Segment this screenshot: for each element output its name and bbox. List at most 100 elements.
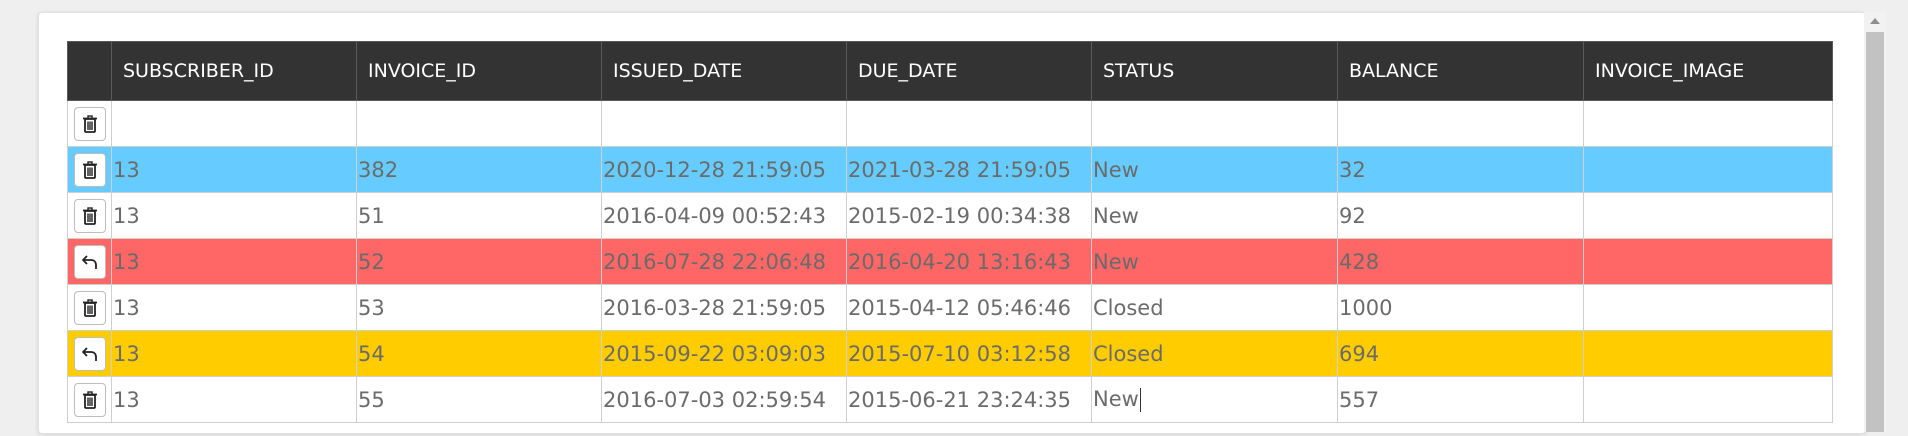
cell-invoice-id[interactable] bbox=[356, 100, 602, 147]
cell-invoice-image[interactable] bbox=[1583, 330, 1833, 377]
column-header-subscriber-id[interactable]: SUBSCRIBER_ID bbox=[111, 41, 357, 101]
cell-invoice-id[interactable]: 51 bbox=[356, 192, 602, 239]
column-header-issued-date[interactable]: ISSUED_DATE bbox=[601, 41, 847, 101]
table-row[interactable] bbox=[67, 100, 1833, 147]
cell-issued-date[interactable]: 2016-03-28 21:59:05 bbox=[601, 284, 847, 331]
table-row[interactable]: 13 55 2016-07-03 02:59:54 2015-06-21 23:24:… bbox=[67, 376, 1833, 423]
cell-value: Closed bbox=[1093, 295, 1164, 320]
row-action-cell bbox=[67, 376, 112, 423]
cell-subscriber-id[interactable]: 13 bbox=[111, 330, 357, 377]
cell-issued-date[interactable]: 2016-07-03 02:59:54 bbox=[601, 376, 847, 423]
cell-invoice-id[interactable]: 382 bbox=[356, 146, 602, 193]
delete-row-button[interactable] bbox=[73, 198, 106, 233]
trash-icon bbox=[80, 298, 100, 318]
delete-row-button[interactable] bbox=[73, 290, 106, 325]
undo-row-button[interactable] bbox=[73, 336, 106, 371]
delete-row-button[interactable] bbox=[73, 106, 106, 141]
cell-status[interactable]: Closed bbox=[1091, 284, 1338, 331]
column-header-invoice-id[interactable]: INVOICE_ID bbox=[356, 41, 602, 101]
cell-issued-date[interactable]: 2015-09-22 03:09:03 bbox=[601, 330, 847, 377]
cell-balance[interactable]: 694 bbox=[1337, 330, 1584, 377]
delete-row-button[interactable] bbox=[73, 382, 106, 417]
cell-issued-date[interactable]: 2016-04-09 00:52:43 bbox=[601, 192, 847, 239]
column-header-balance[interactable]: BALANCE bbox=[1337, 41, 1584, 101]
cell-status[interactable]: New bbox=[1091, 146, 1338, 193]
cell-value: 2021-03-28 21:59:05 bbox=[848, 157, 1072, 182]
table-row[interactable]: 13 53 2016-03-28 21:59:05 2015-04-12 05:46:… bbox=[67, 284, 1833, 331]
cell-balance[interactable]: 557 bbox=[1337, 376, 1584, 423]
cell-subscriber-id[interactable]: 13 bbox=[111, 238, 357, 285]
cell-subscriber-id[interactable]: 13 bbox=[111, 192, 357, 239]
cell-invoice-image[interactable] bbox=[1583, 238, 1833, 285]
scroll-up-arrow-icon[interactable] bbox=[1870, 18, 1880, 24]
table-row[interactable]: 13 51 2016-04-09 00:52:43 2015-02-19 00:34:… bbox=[67, 192, 1833, 239]
cell-subscriber-id[interactable]: 13 bbox=[111, 146, 357, 193]
cell-invoice-id[interactable]: 52 bbox=[356, 238, 602, 285]
table-row[interactable]: 13 54 2015-09-22 03:09:03 2015-07-10 03:12:… bbox=[67, 330, 1833, 377]
cell-balance[interactable]: 428 bbox=[1337, 238, 1584, 285]
cell-issued-date[interactable]: 2020-12-28 21:59:05 bbox=[601, 146, 847, 193]
row-action-cell bbox=[67, 100, 112, 147]
trash-icon bbox=[80, 160, 100, 180]
cell-due-date[interactable]: 2015-02-19 00:34:38 bbox=[846, 192, 1092, 239]
undo-icon bbox=[80, 344, 100, 364]
cell-value: 92 bbox=[1339, 203, 1366, 228]
cell-value: 2015-04-12 05:46:46 bbox=[848, 295, 1072, 320]
cell-issued-date[interactable]: 2016-07-28 22:06:48 bbox=[601, 238, 847, 285]
cell-due-date[interactable]: 2015-06-21 23:24:35 bbox=[846, 376, 1092, 423]
cell-value: 694 bbox=[1339, 341, 1380, 366]
row-action-cell bbox=[67, 192, 112, 239]
cell-value: Closed bbox=[1093, 341, 1164, 366]
cell-invoice-id[interactable]: 53 bbox=[356, 284, 602, 331]
cell-invoice-image[interactable] bbox=[1583, 146, 1833, 193]
cell-subscriber-id[interactable] bbox=[111, 100, 357, 147]
cell-status[interactable]: New bbox=[1091, 192, 1338, 239]
delete-row-button[interactable] bbox=[73, 152, 106, 187]
cell-value: 2015-07-10 03:12:58 bbox=[848, 341, 1072, 366]
cell-balance[interactable]: 92 bbox=[1337, 192, 1584, 239]
cell-invoice-image[interactable] bbox=[1583, 192, 1833, 239]
cell-balance[interactable]: 1000 bbox=[1337, 284, 1584, 331]
trash-icon bbox=[80, 206, 100, 226]
table-row[interactable]: 13 52 2016-07-28 22:06:48 2016-04-20 13:16:… bbox=[67, 238, 1833, 285]
cell-status[interactable]: New bbox=[1091, 238, 1338, 285]
cell-value: New bbox=[1093, 249, 1139, 274]
cell-value: 55 bbox=[358, 387, 385, 412]
cell-status[interactable] bbox=[1091, 100, 1338, 147]
cell-invoice-image[interactable] bbox=[1583, 284, 1833, 331]
cell-due-date[interactable]: 2016-04-20 13:16:43 bbox=[846, 238, 1092, 285]
column-header-status[interactable]: STATUS bbox=[1091, 41, 1338, 101]
cell-status[interactable]: Closed bbox=[1091, 330, 1338, 377]
cell-balance[interactable]: 32 bbox=[1337, 146, 1584, 193]
cell-due-date[interactable]: 2021-03-28 21:59:05 bbox=[846, 146, 1092, 193]
undo-row-button[interactable] bbox=[73, 244, 106, 279]
cell-value: 13 bbox=[113, 157, 140, 182]
cell-value: 428 bbox=[1339, 249, 1380, 274]
cell-value: 382 bbox=[358, 157, 399, 182]
column-header-invoice-image[interactable]: INVOICE_IMAGE bbox=[1583, 41, 1833, 101]
cell-value: 2015-06-21 23:24:35 bbox=[848, 387, 1072, 412]
cell-value: New bbox=[1093, 387, 1139, 411]
column-header-due-date[interactable]: DUE_DATE bbox=[846, 41, 1092, 101]
cell-invoice-id[interactable]: 54 bbox=[356, 330, 602, 377]
scrollbar-thumb[interactable] bbox=[1866, 32, 1884, 432]
cell-invoice-id[interactable]: 55 bbox=[356, 376, 602, 423]
cell-invoice-image[interactable] bbox=[1583, 376, 1833, 423]
header-row: SUBSCRIBER_ID INVOICE_ID ISSUED_DATE DUE… bbox=[67, 41, 1833, 101]
cell-subscriber-id[interactable]: 13 bbox=[111, 284, 357, 331]
row-action-cell bbox=[67, 146, 112, 193]
cell-issued-date[interactable] bbox=[601, 100, 847, 147]
cell-value: 13 bbox=[113, 387, 140, 412]
cell-due-date[interactable]: 2015-07-10 03:12:58 bbox=[846, 330, 1092, 377]
cell-status[interactable]: New bbox=[1091, 376, 1338, 423]
cell-subscriber-id[interactable]: 13 bbox=[111, 376, 357, 423]
cell-invoice-image[interactable] bbox=[1583, 100, 1833, 147]
cell-value: 2016-07-03 02:59:54 bbox=[603, 387, 827, 412]
vertical-scrollbar[interactable] bbox=[1864, 12, 1886, 432]
cell-value: New bbox=[1093, 203, 1139, 228]
table-row[interactable]: 13 382 2020-12-28 21:59:05 2021-03-28 21:59… bbox=[67, 146, 1833, 193]
cell-due-date[interactable]: 2015-04-12 05:46:46 bbox=[846, 284, 1092, 331]
cell-due-date[interactable] bbox=[846, 100, 1092, 147]
cell-balance[interactable] bbox=[1337, 100, 1584, 147]
cell-value: 13 bbox=[113, 203, 140, 228]
